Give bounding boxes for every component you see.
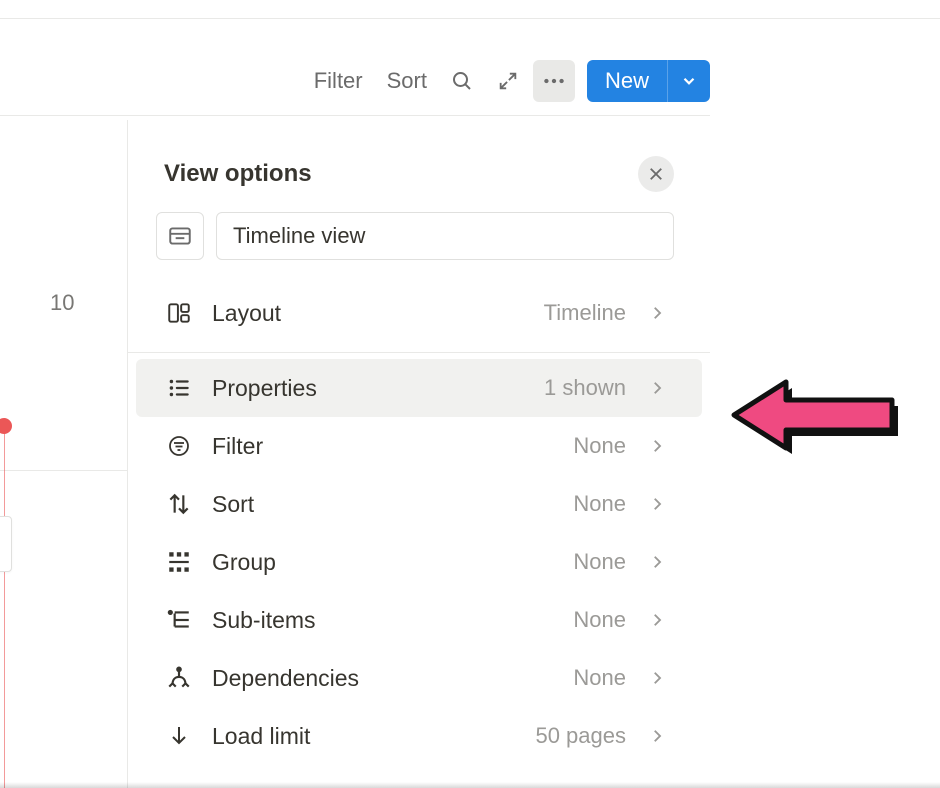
option-dependencies[interactable]: Dependencies None — [136, 649, 702, 707]
panel-title: View options — [164, 160, 312, 188]
timeline-row-border — [0, 470, 127, 471]
sort-icon — [164, 489, 194, 519]
chevron-right-icon — [648, 553, 666, 571]
option-label: Sort — [212, 491, 555, 518]
view-options-panel: View options Layout Timeline Proper — [128, 120, 710, 788]
chevron-right-icon — [648, 437, 666, 455]
subitems-icon — [164, 605, 194, 635]
chevron-right-icon — [648, 727, 666, 745]
timeline-date-label: 10 — [50, 290, 74, 316]
close-button[interactable] — [638, 156, 674, 192]
filter-icon — [164, 431, 194, 461]
toolbar-bottom-border — [0, 115, 710, 116]
filter-button[interactable]: Filter — [304, 62, 373, 100]
timeline-view-icon — [167, 223, 193, 249]
loadlimit-icon — [164, 721, 194, 751]
chevron-down-icon — [680, 72, 698, 90]
chevron-right-icon — [648, 379, 666, 397]
option-filter[interactable]: Filter None — [136, 417, 702, 475]
option-label: Layout — [212, 300, 526, 327]
annotation-arrow — [724, 370, 904, 460]
option-value: None — [573, 607, 626, 633]
option-label: Filter — [212, 433, 555, 460]
timeline-background: 10 — [0, 120, 128, 788]
view-name-row — [128, 212, 710, 284]
chevron-right-icon — [648, 495, 666, 513]
today-line — [4, 418, 5, 788]
bottom-shadow — [0, 782, 940, 788]
dependencies-icon — [164, 663, 194, 693]
option-value: None — [573, 549, 626, 575]
option-label: Sub-items — [212, 607, 555, 634]
option-value: 1 shown — [544, 375, 626, 401]
layout-icon — [164, 298, 194, 328]
new-button-dropdown[interactable] — [667, 60, 710, 102]
panel-header: View options — [128, 120, 710, 212]
group-icon — [164, 547, 194, 577]
chevron-right-icon — [648, 611, 666, 629]
view-icon-button[interactable] — [156, 212, 204, 260]
search-icon — [450, 69, 474, 93]
timeline-card[interactable] — [0, 516, 12, 572]
more-icon — [541, 68, 567, 94]
option-group[interactable]: Group None — [136, 533, 702, 591]
option-layout[interactable]: Layout Timeline — [136, 284, 702, 342]
search-button[interactable] — [441, 60, 483, 102]
option-properties[interactable]: Properties 1 shown — [136, 359, 702, 417]
option-label: Load limit — [212, 723, 517, 750]
option-value: None — [573, 665, 626, 691]
new-button-group: New — [587, 60, 710, 102]
toolbar: Filter Sort New — [304, 60, 710, 102]
chevron-right-icon — [648, 669, 666, 687]
new-button[interactable]: New — [587, 60, 667, 102]
expand-button[interactable] — [487, 60, 529, 102]
option-label: Dependencies — [212, 665, 555, 692]
sort-button[interactable]: Sort — [377, 62, 437, 100]
option-value: Timeline — [544, 300, 626, 326]
option-value: 50 pages — [535, 723, 626, 749]
expand-icon — [497, 70, 519, 92]
option-value: None — [573, 491, 626, 517]
today-marker — [0, 418, 12, 434]
close-icon — [647, 165, 665, 183]
section-divider — [128, 352, 710, 353]
option-loadlimit[interactable]: Load limit 50 pages — [136, 707, 702, 765]
option-label: Group — [212, 549, 555, 576]
option-sort[interactable]: Sort None — [136, 475, 702, 533]
view-name-input[interactable] — [216, 212, 674, 260]
option-subitems[interactable]: Sub-items None — [136, 591, 702, 649]
option-value: None — [573, 433, 626, 459]
properties-icon — [164, 373, 194, 403]
more-button[interactable] — [533, 60, 575, 102]
toolbar-top-border — [0, 18, 940, 19]
option-label: Properties — [212, 375, 526, 402]
chevron-right-icon — [648, 304, 666, 322]
